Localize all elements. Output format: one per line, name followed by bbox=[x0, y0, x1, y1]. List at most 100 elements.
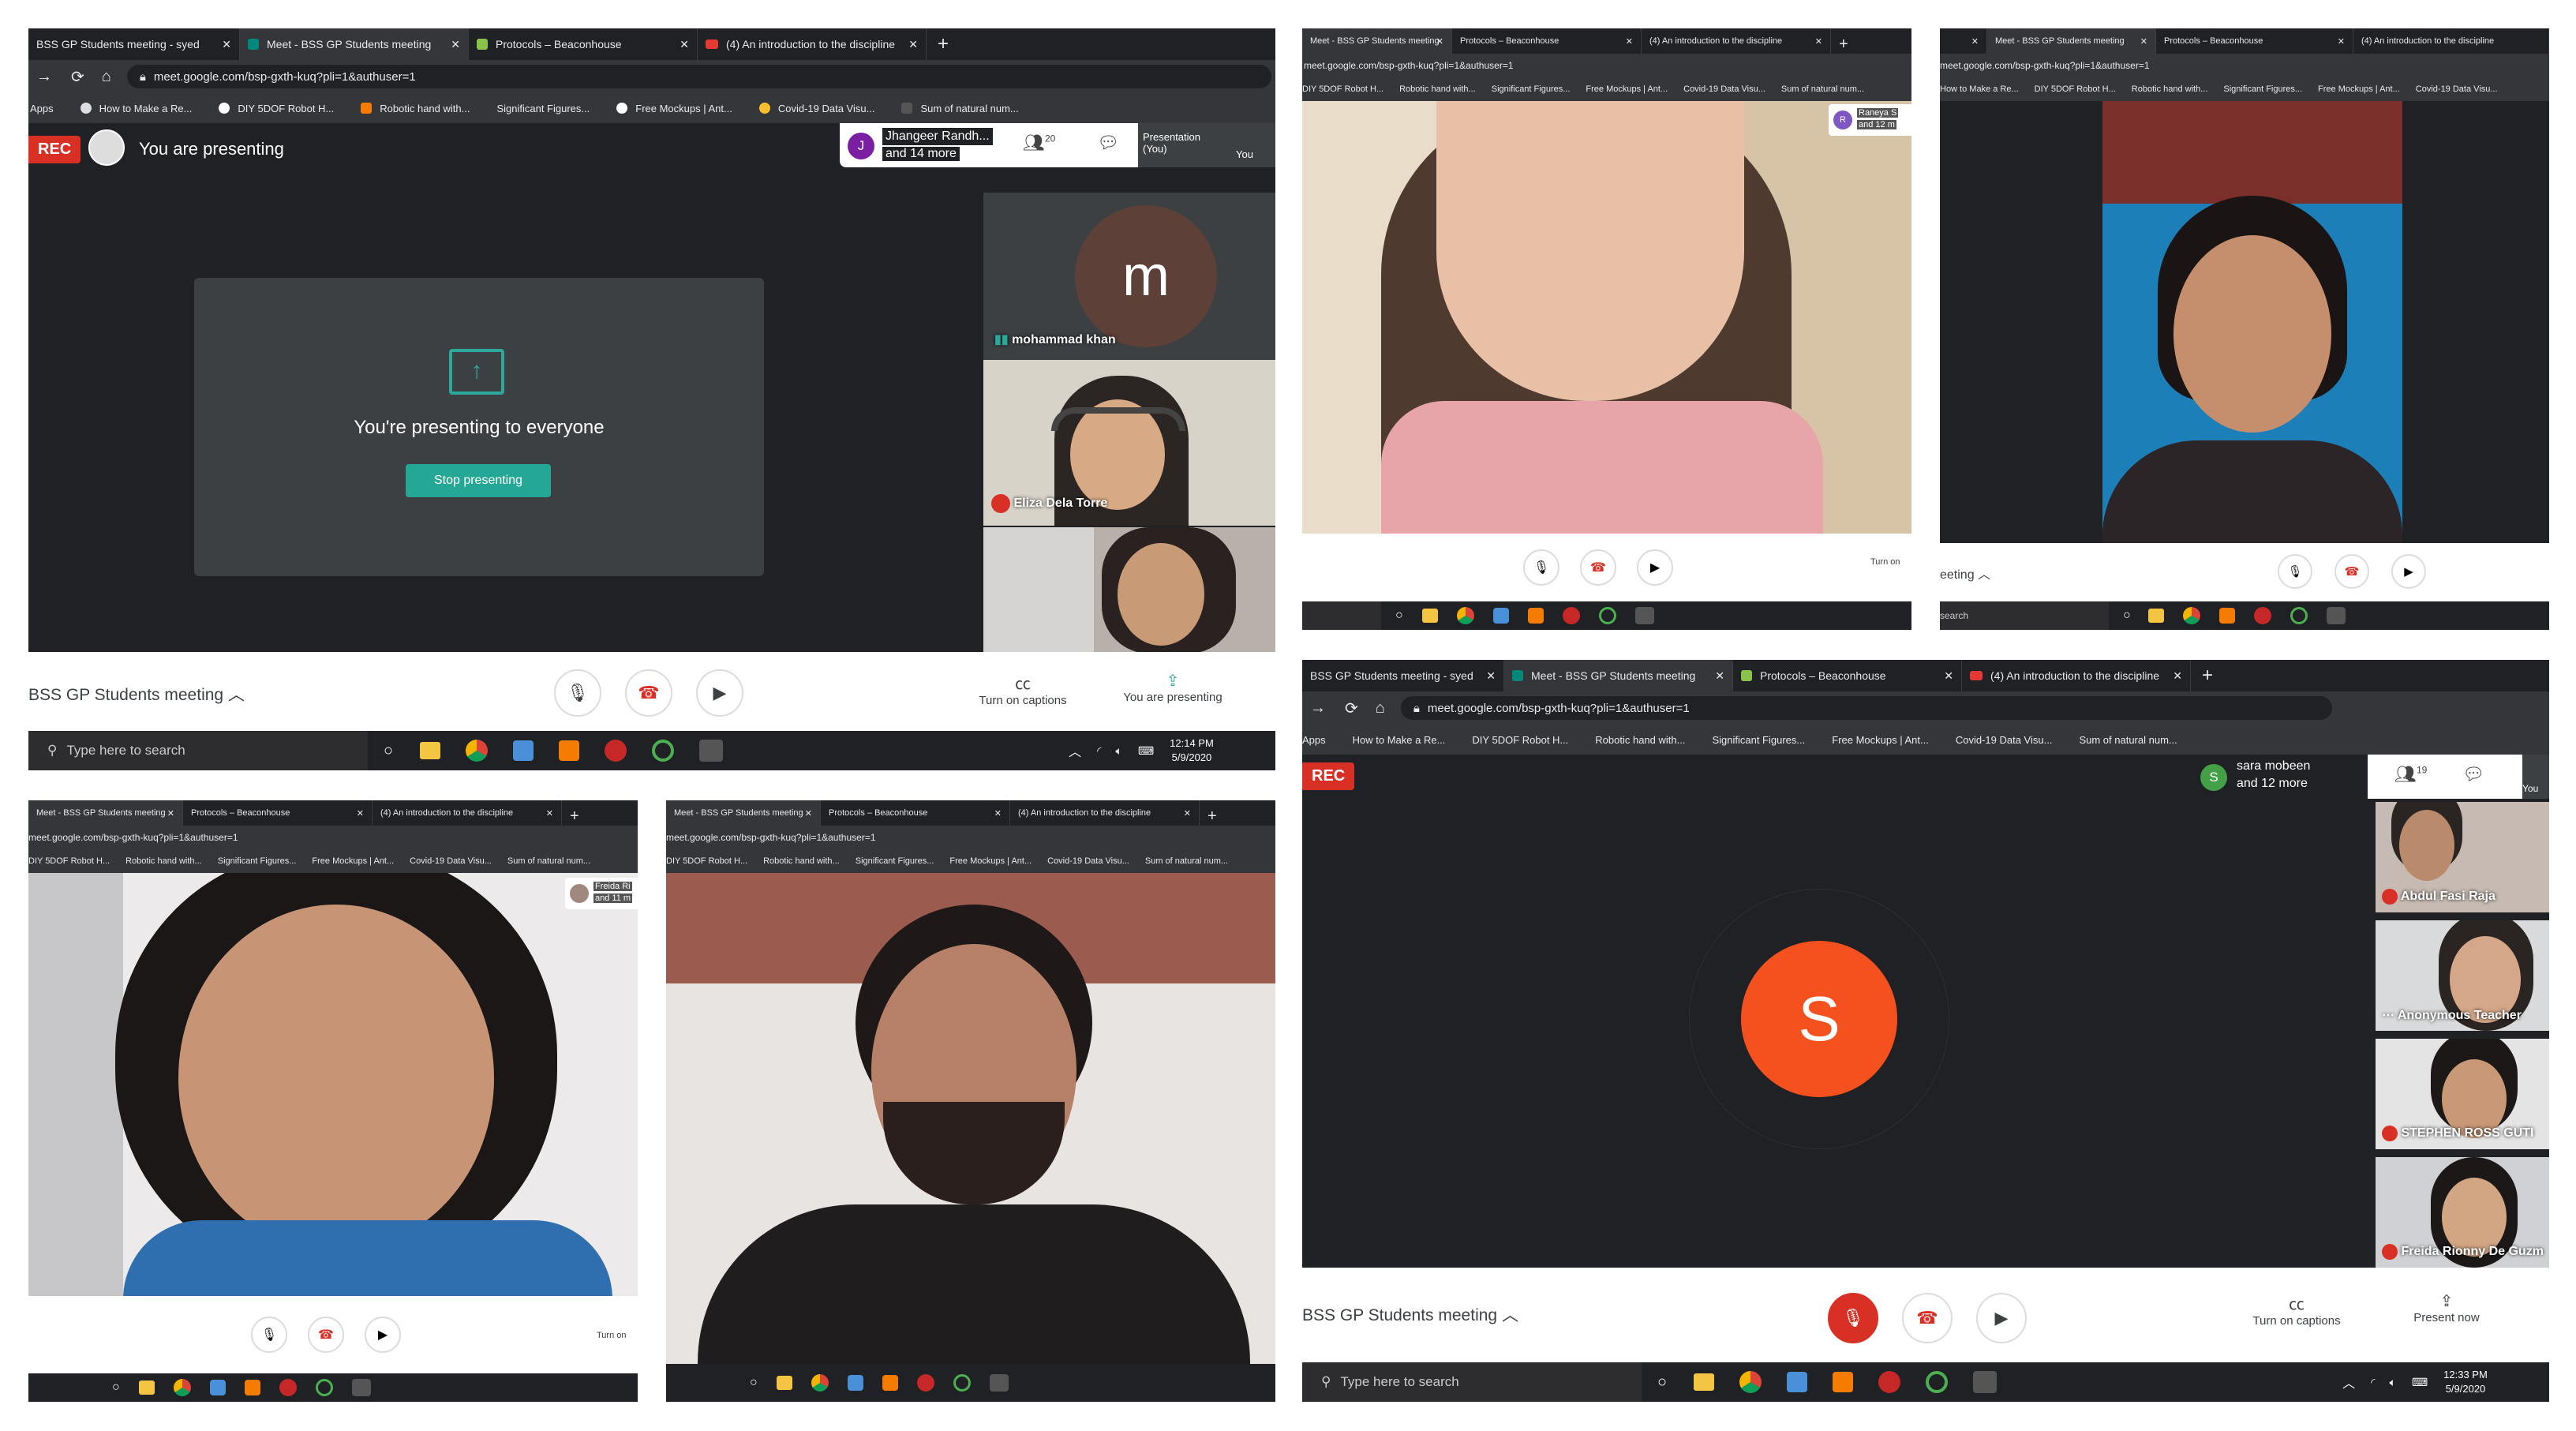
tab-meet[interactable]: Meet - BSS GP Students meeting ✕ bbox=[28, 800, 183, 826]
app-icon[interactable] bbox=[1833, 1372, 1854, 1392]
camera-button[interactable]: ▶ bbox=[1976, 1293, 2027, 1343]
bookmark-item[interactable]: Sum of natural num... bbox=[507, 856, 590, 866]
chrome-icon[interactable] bbox=[351, 1379, 371, 1396]
app-icon[interactable] bbox=[279, 1379, 297, 1396]
bookmark-item[interactable]: Robotic hand with... bbox=[125, 856, 202, 866]
close-icon[interactable]: ✕ bbox=[1971, 36, 1979, 47]
clock[interactable]: 12:14 PM 5/9/2020 bbox=[1170, 736, 1214, 765]
captions-button[interactable]: ㏄ Turn on captions bbox=[2241, 1291, 2352, 1328]
bookmark-item[interactable]: How to Make a Re... bbox=[80, 103, 192, 114]
people-icon[interactable]: 👥︎19 bbox=[2394, 764, 2427, 785]
close-icon[interactable]: ✕ bbox=[1944, 669, 1953, 683]
tab-youtube[interactable]: (4) An introduction to the discipline ✕ bbox=[698, 28, 927, 60]
bookmark-apps[interactable]: Apps bbox=[30, 103, 54, 114]
bookmark-item[interactable]: Covid-19 Data Visu... bbox=[1047, 856, 1129, 866]
bookmark-item[interactable]: Significant Figures... bbox=[2223, 84, 2302, 94]
participant-tile[interactable]: Eliza Dela Torre bbox=[983, 360, 1275, 526]
taskbar-search[interactable]: search bbox=[1940, 601, 2109, 630]
file-explorer-icon[interactable] bbox=[1694, 1373, 1715, 1391]
wifi-icon[interactable]: ◜ bbox=[2371, 1376, 2375, 1389]
tab-meet[interactable]: Meet - BSS GP Students meeting ✕ bbox=[1987, 28, 2156, 54]
bookmark-item[interactable]: Covid-19 Data Visu... bbox=[758, 103, 874, 114]
chrome-icon[interactable] bbox=[989, 1374, 1009, 1392]
app-icon[interactable] bbox=[882, 1375, 898, 1391]
leave-call-button[interactable]: ☎︎ bbox=[2334, 554, 2369, 589]
mic-button[interactable]: 🎙︎ bbox=[1828, 1293, 1878, 1343]
participant-tile[interactable]: m ▮▮ mohammad khan bbox=[983, 193, 1275, 360]
chrome-icon[interactable] bbox=[466, 740, 489, 762]
app-icon[interactable] bbox=[605, 740, 627, 762]
mic-button[interactable]: 🎙︎ bbox=[1523, 549, 1559, 586]
close-icon[interactable]: ✕ bbox=[1184, 808, 1191, 819]
app-icon[interactable] bbox=[953, 1374, 971, 1392]
close-icon[interactable]: ✕ bbox=[222, 38, 231, 51]
participant-tile[interactable]: Abdul Fasi Raja bbox=[2376, 802, 2549, 912]
tab-classroom[interactable]: BSS GP Students meeting - syed ✕ bbox=[1302, 660, 1504, 691]
new-tab-icon[interactable]: + bbox=[927, 28, 960, 60]
app-icon[interactable] bbox=[1562, 607, 1580, 624]
bookmark-item[interactable]: Robotic hand with... bbox=[1399, 84, 1476, 94]
bookmark-item[interactable]: Covid-19 Data Visu... bbox=[1956, 734, 2053, 746]
keyboard-icon[interactable]: ⌨ bbox=[1138, 744, 1154, 758]
tab-classroom[interactable]: BSS GP Students meeting - syed ✕ bbox=[28, 28, 240, 60]
bookmark-item[interactable]: How to Make a Re... bbox=[1940, 84, 2019, 94]
bookmark-item[interactable]: Free Mockups | Ant... bbox=[1832, 734, 1929, 746]
new-tab-icon[interactable]: + bbox=[1831, 36, 1856, 54]
leave-call-button[interactable]: ☎︎ bbox=[1902, 1293, 1953, 1343]
camera-button[interactable]: ▶ bbox=[1637, 549, 1673, 586]
close-icon[interactable]: ✕ bbox=[2140, 36, 2147, 47]
bookmark-item[interactable]: Robotic hand with... bbox=[1595, 734, 1685, 746]
tab-protocols[interactable]: Protocols – Beaconhouse ✕ bbox=[821, 800, 1010, 826]
close-icon[interactable]: ✕ bbox=[357, 808, 364, 819]
participant-tile[interactable]: ⋯ Anonymous Teacher bbox=[2376, 920, 2549, 1031]
close-icon[interactable]: ✕ bbox=[1486, 669, 1496, 683]
chrome-icon[interactable] bbox=[1973, 1371, 1998, 1393]
stop-presenting-button[interactable]: Stop presenting bbox=[406, 464, 551, 497]
leave-call-button[interactable]: ☎︎ bbox=[308, 1317, 344, 1353]
bookmark-item[interactable]: Significant Figures... bbox=[496, 103, 590, 114]
file-explorer-icon[interactable] bbox=[2147, 609, 2164, 623]
home-icon[interactable]: ⌂ bbox=[1376, 699, 1385, 717]
bookmark-item[interactable]: How to Make a Re... bbox=[1353, 734, 1446, 746]
bookmark-item[interactable]: Sum of natural num... bbox=[1781, 84, 1864, 94]
app-icon[interactable] bbox=[2218, 608, 2235, 624]
bookmark-item[interactable]: Robotic hand with... bbox=[763, 856, 840, 866]
bookmark-item[interactable]: Significant Figures... bbox=[1492, 84, 1571, 94]
participant-tile[interactable]: STEPHEN ROSS GUTI bbox=[2376, 1039, 2549, 1149]
bookmark-item[interactable]: Covid-19 Data Visu... bbox=[1683, 84, 1765, 94]
chrome-icon[interactable] bbox=[2182, 607, 2200, 624]
tab-protocols[interactable]: Protocols – Beaconhouse ✕ bbox=[2156, 28, 2353, 54]
url-field[interactable]: 🔒︎ meet.google.com/bsp-gxth-kuq?pli=1&aut… bbox=[1400, 696, 2332, 720]
bookmark-item[interactable]: Covid-19 Data Visu... bbox=[410, 856, 492, 866]
task-view-icon[interactable]: ○ bbox=[750, 1376, 758, 1390]
reload-icon[interactable]: ⟳ bbox=[71, 67, 84, 87]
chat-icon[interactable]: 💬︎ bbox=[1097, 133, 1119, 153]
app-icon[interactable] bbox=[1926, 1371, 1949, 1393]
close-icon[interactable]: ✕ bbox=[908, 38, 918, 51]
bookmark-item[interactable]: Free Mockups | Ant... bbox=[1586, 84, 1668, 94]
chat-icon[interactable]: 💬︎ bbox=[2462, 764, 2484, 785]
taskbar-search[interactable]: ⚲ Type here to search bbox=[28, 731, 368, 770]
bookmark-item[interactable]: Free Mockups | Ant... bbox=[2318, 84, 2400, 94]
bookmark-item[interactable]: Free Mockups | Ant... bbox=[616, 103, 732, 114]
bookmark-item[interactable]: DIY 5DOF Robot H... bbox=[28, 856, 110, 866]
chrome-icon[interactable] bbox=[1739, 1371, 1762, 1393]
app-icon[interactable] bbox=[1527, 608, 1544, 624]
mic-button[interactable]: 🎙︎ bbox=[251, 1317, 287, 1353]
chrome-icon[interactable] bbox=[173, 1379, 191, 1396]
bookmark-item[interactable]: Free Mockups | Ant... bbox=[949, 856, 1032, 866]
bookmark-item[interactable]: Covid-19 Data Visu... bbox=[2416, 84, 2498, 94]
tab-meet[interactable]: Meet - BSS GP Students meeting ✕ bbox=[240, 28, 469, 60]
app-icon[interactable] bbox=[209, 1380, 226, 1395]
new-tab-icon[interactable]: + bbox=[562, 807, 587, 826]
url-text[interactable]: meet.google.com/bsp-gxth-kuq?pli=1&authu… bbox=[666, 832, 876, 843]
app-icon[interactable] bbox=[1598, 607, 1616, 624]
close-icon[interactable]: ✕ bbox=[2173, 669, 2182, 683]
close-icon[interactable]: ✕ bbox=[1815, 36, 1822, 47]
chrome-icon[interactable] bbox=[1456, 607, 1474, 624]
url-text[interactable]: meet.google.com/bsp-gxth-kuq?pli=1&authu… bbox=[28, 832, 238, 843]
tab-protocols[interactable]: Protocols – Beaconhouse ✕ bbox=[183, 800, 373, 826]
home-icon[interactable]: ⌂ bbox=[102, 68, 111, 86]
bookmark-item[interactable]: DIY 5DOF Robot H... bbox=[219, 103, 334, 114]
camera-button[interactable]: ▶ bbox=[2391, 554, 2426, 589]
